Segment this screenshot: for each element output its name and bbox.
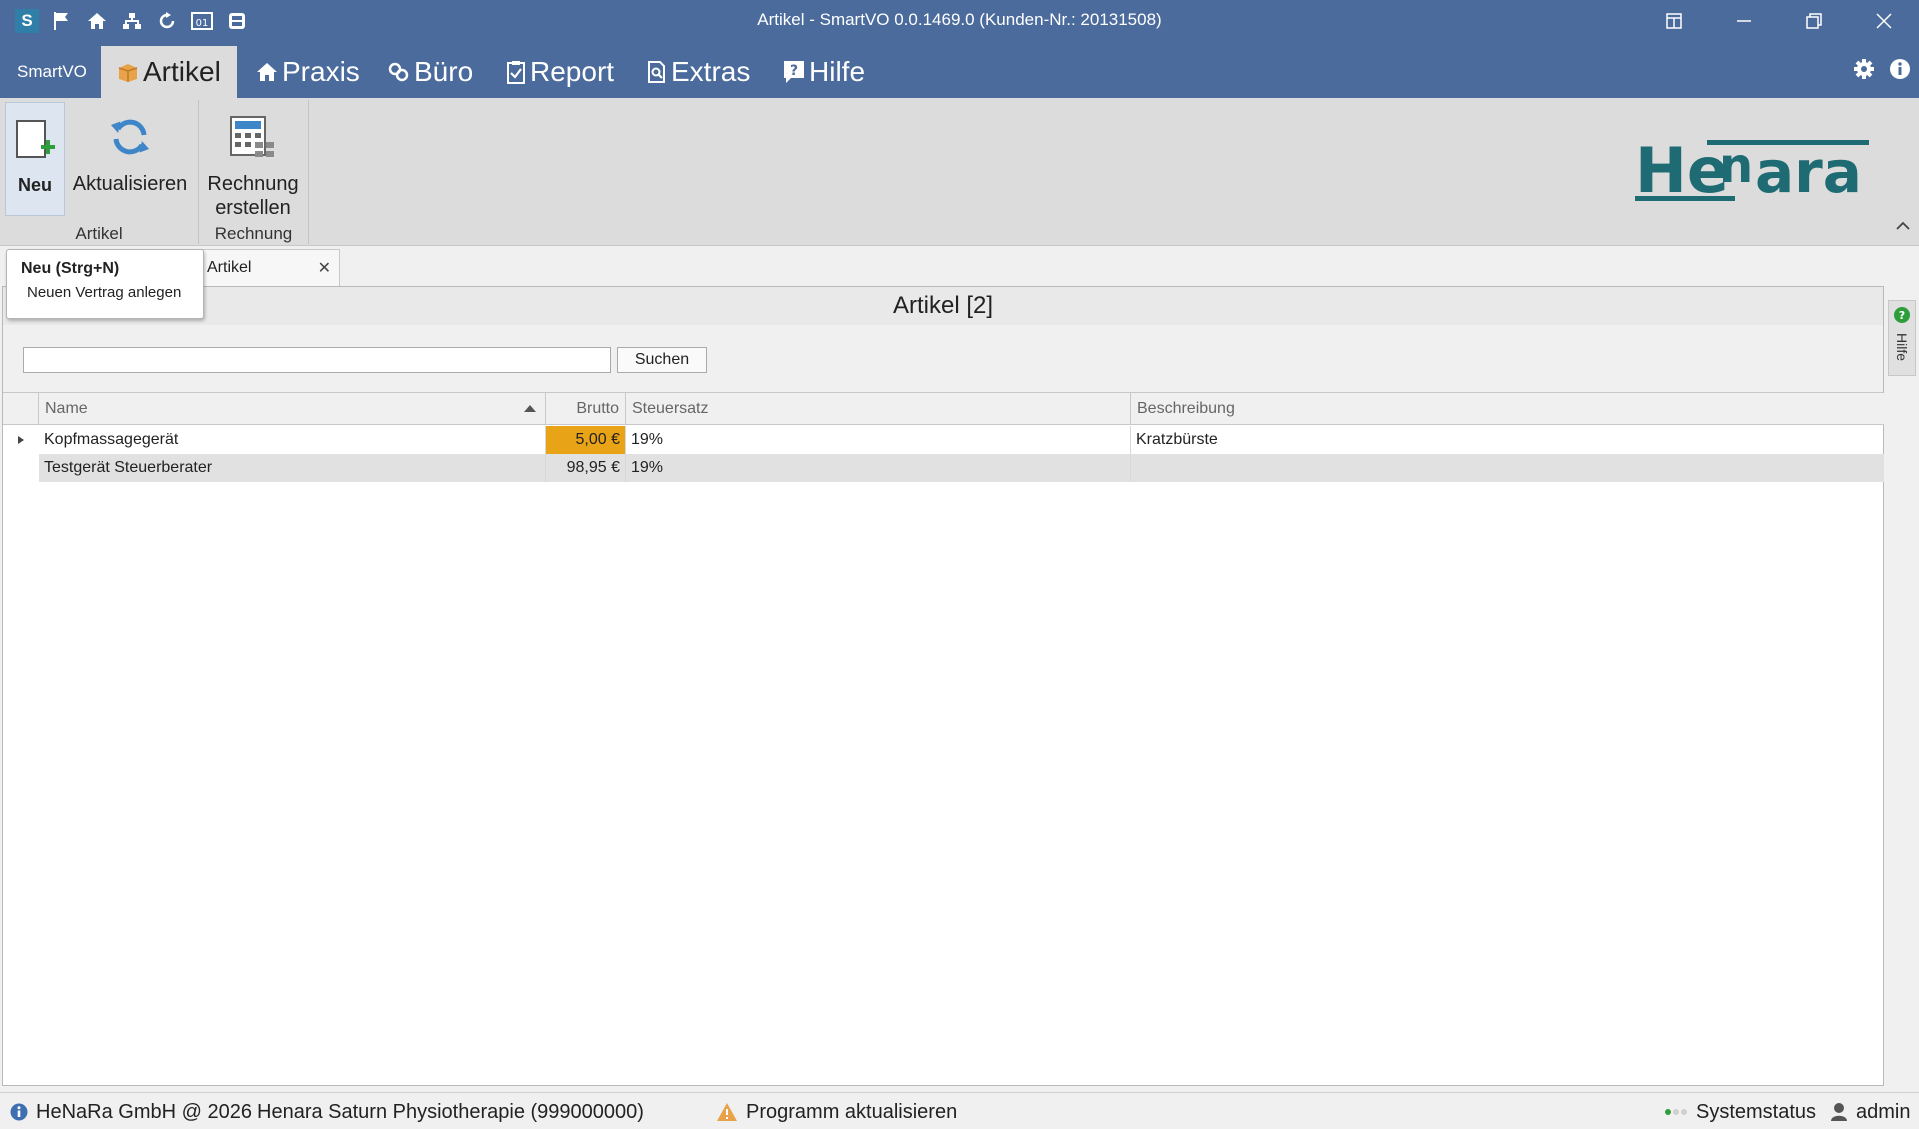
cell-beschreibung[interactable]: Kratzbürste xyxy=(1131,426,1885,454)
doc-tab-artikel[interactable]: Artikel ✕ xyxy=(200,249,340,286)
close-tab-icon[interactable]: ✕ xyxy=(318,258,331,278)
sort-ascending-icon xyxy=(523,393,537,425)
info-icon[interactable] xyxy=(1887,56,1913,82)
document-tab-strip: Artikel ✕ xyxy=(0,246,1919,286)
status-practice: Henara Saturn Physiotherapie (999000000) xyxy=(257,1100,644,1123)
table-row[interactable]: Kopfmassagegerät 5,00 € 19% Kratzbürste xyxy=(3,426,1885,454)
table-row[interactable]: Testgerät Steuerberater 98,95 € 19% xyxy=(3,454,1885,482)
window-title: Artikel - SmartVO 0.0.1469.0 (Kunden-Nr.… xyxy=(757,10,1162,29)
help-icon: ? xyxy=(783,60,805,84)
help-dock: ? Hilfe xyxy=(1884,286,1919,1086)
menu-tab-report[interactable]: Report xyxy=(506,46,614,98)
search-button[interactable]: Suchen xyxy=(617,347,707,373)
menu-tab-hilfe[interactable]: ? Hilfe xyxy=(783,46,865,98)
cell-steuersatz[interactable]: 19% xyxy=(626,426,1131,454)
search-input[interactable] xyxy=(23,347,611,373)
cell-name[interactable]: Testgerät Steuerberater xyxy=(39,454,546,482)
aktualisieren-button[interactable]: Aktualisieren xyxy=(68,102,192,196)
page-title: Artikel [2] xyxy=(3,287,1883,325)
ribbon-collapse-icon[interactable] xyxy=(1893,216,1913,236)
group-label-rechnung: Rechnung xyxy=(214,224,293,243)
box-icon xyxy=(117,61,139,83)
search-bar: Suchen xyxy=(3,325,1883,393)
column-header-steuersatz[interactable]: Steuersatz xyxy=(626,393,1131,425)
cell-name[interactable]: Kopfmassagegerät xyxy=(39,426,546,454)
home-icon xyxy=(256,62,278,82)
svg-text:?: ? xyxy=(790,63,798,79)
status-copyright: HeNaRa GmbH @ 2026 xyxy=(10,1099,252,1125)
column-header-beschreibung[interactable]: Beschreibung xyxy=(1131,393,1885,425)
column-header-brutto[interactable]: Brutto xyxy=(546,393,626,425)
close-button[interactable] xyxy=(1849,0,1919,42)
status-bar: HeNaRa GmbH @ 2026 Henara Saturn Physiot… xyxy=(0,1092,1919,1129)
gear-icon[interactable] xyxy=(1851,56,1877,82)
henara-logo: He n ara xyxy=(1635,134,1875,216)
systemstatus[interactable]: Systemstatus xyxy=(1664,1099,1816,1125)
column-header-name[interactable]: Name xyxy=(39,393,546,425)
status-dots-icon xyxy=(1664,1107,1688,1117)
menu-smartvo[interactable]: SmartVO xyxy=(17,46,87,98)
neu-button[interactable]: Neu xyxy=(5,102,65,216)
new-document-icon xyxy=(13,103,57,173)
svg-text:He: He xyxy=(1635,136,1729,207)
row-indicator-icon xyxy=(3,426,39,454)
rechnung-erstellen-button[interactable]: Rechnung erstellen xyxy=(203,102,303,220)
layout-icon[interactable] xyxy=(1639,0,1709,42)
group-label-artikel: Artikel xyxy=(75,224,123,243)
grid-header: Name Brutto Steuersatz Beschreibung xyxy=(3,393,1885,425)
clipboard-icon xyxy=(506,60,526,84)
menu-tab-praxis[interactable]: Praxis xyxy=(256,46,360,98)
ribbon: Neu Aktualisieren Rechnung erstellen Art… xyxy=(0,98,1919,246)
menu-tab-extras[interactable]: Extras xyxy=(647,46,750,98)
cell-steuersatz[interactable]: 19% xyxy=(626,454,1131,482)
calculator-icon xyxy=(229,102,277,172)
update-link[interactable]: Programm aktualisieren xyxy=(716,1099,957,1125)
title-bar: S 01 Artikel - SmartVO 0.0.1469.0 (Kunde… xyxy=(0,0,1919,42)
cell-brutto[interactable]: 5,00 € xyxy=(546,426,626,454)
svg-text:ara: ara xyxy=(1755,138,1862,206)
tooltip: Neu (Strg+N) Neuen Vertrag anlegen xyxy=(6,249,204,319)
user-icon xyxy=(1830,1102,1848,1122)
help-circle-icon: ? xyxy=(1893,306,1911,329)
minimize-button[interactable] xyxy=(1709,0,1779,42)
menu-bar: SmartVO Artikel Praxis Büro Report Extra… xyxy=(0,42,1919,98)
cell-beschreibung[interactable] xyxy=(1131,454,1885,482)
cell-brutto[interactable]: 98,95 € xyxy=(546,454,626,482)
content-panel: Artikel [2] Suchen Name Brutto Steuersat… xyxy=(2,286,1885,1086)
menu-tab-buero[interactable]: Büro xyxy=(388,46,473,98)
help-dock-tab[interactable]: ? Hilfe xyxy=(1888,300,1916,376)
user-menu[interactable]: admin xyxy=(1830,1099,1910,1125)
warning-icon xyxy=(716,1102,738,1122)
info-icon xyxy=(10,1103,28,1121)
restore-button[interactable] xyxy=(1779,0,1849,42)
refresh-icon xyxy=(108,102,152,172)
tooltip-title: Neu (Strg+N) xyxy=(21,260,120,277)
document-search-icon xyxy=(647,61,667,83)
svg-text:?: ? xyxy=(1899,309,1905,322)
svg-text:n: n xyxy=(1719,138,1753,194)
menu-tab-artikel[interactable]: Artikel xyxy=(101,46,237,98)
tooltip-description: Neuen Vertrag anlegen xyxy=(27,284,182,301)
link-icon xyxy=(388,61,410,83)
